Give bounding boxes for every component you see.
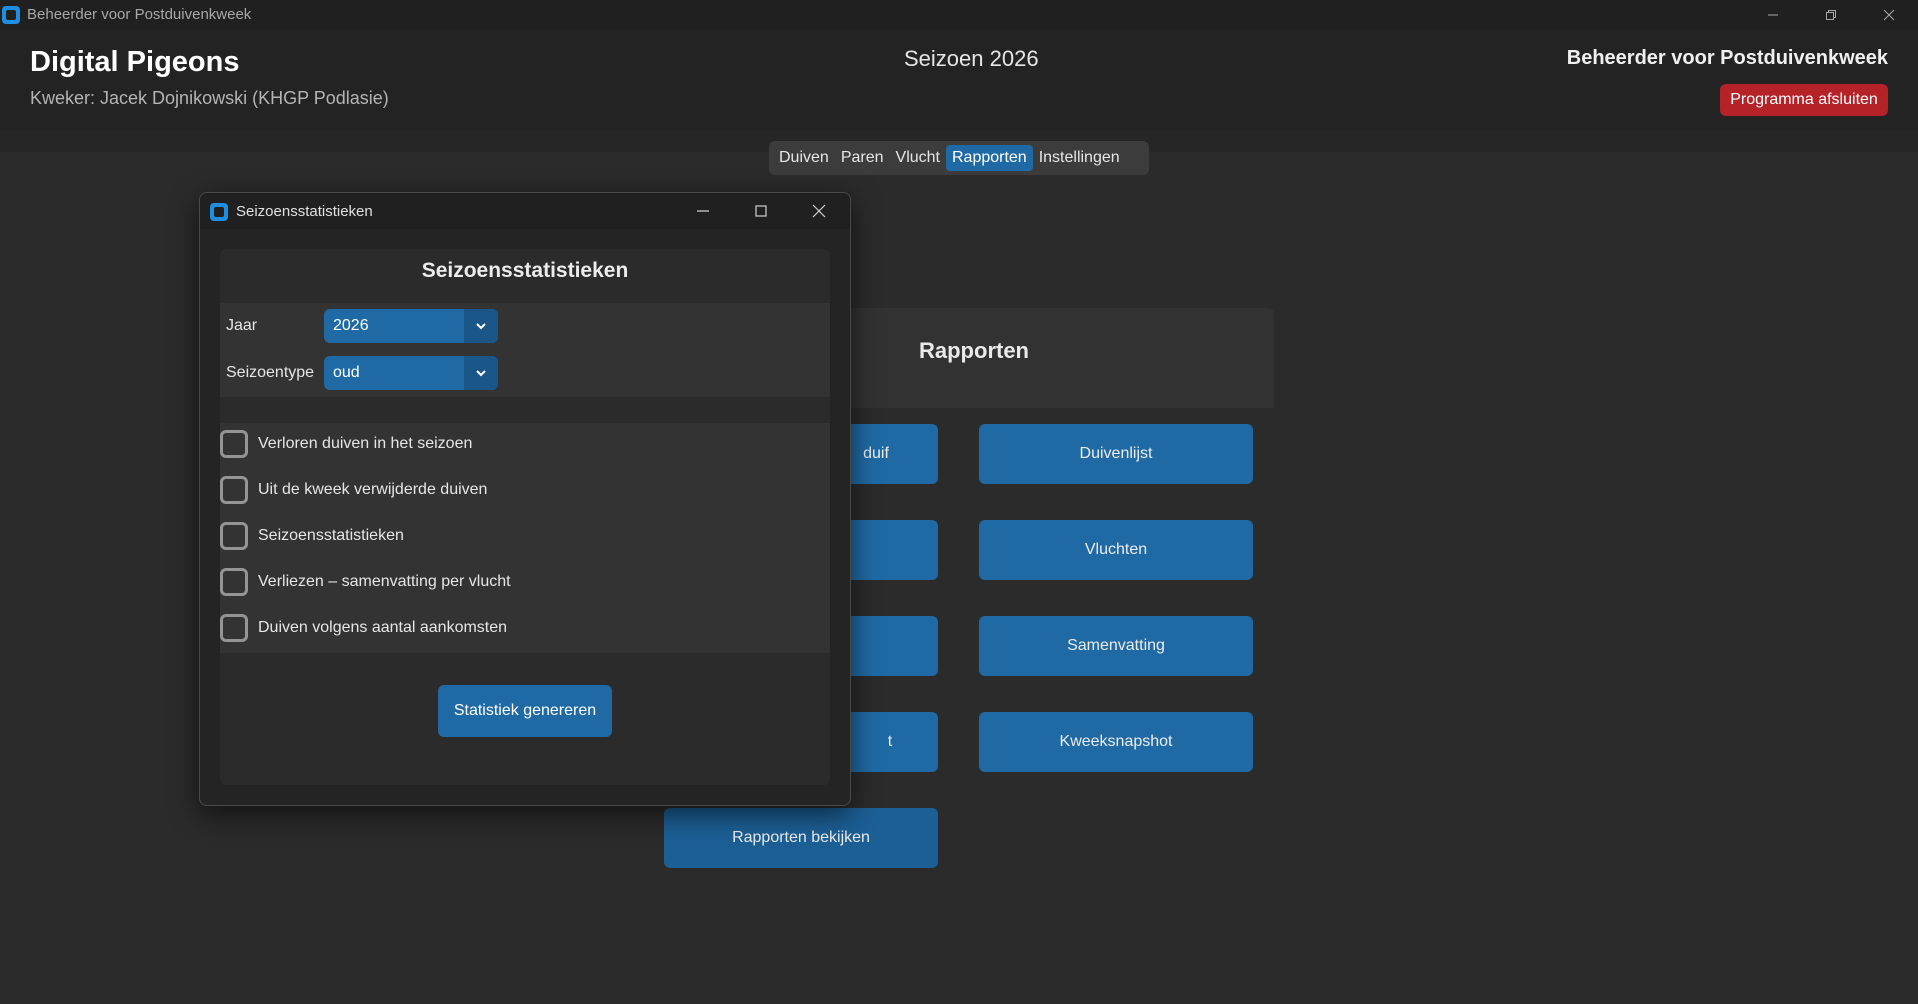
checkbox[interactable] xyxy=(220,476,248,504)
season-statistics-dialog: Seizoensstatistieken Seizoensstatistieke… xyxy=(199,192,851,806)
generate-statistics-button[interactable]: Statistiek genereren xyxy=(438,685,612,737)
year-label: Jaar xyxy=(226,317,258,334)
minimize-icon xyxy=(1768,14,1778,16)
maximize-icon xyxy=(755,205,767,217)
window-titlebar: Beheerder voor Postduivenkweek xyxy=(0,0,1918,30)
checkbox[interactable] xyxy=(220,430,248,458)
app-name: Digital Pigeons xyxy=(30,46,240,78)
dialog-heading: Seizoensstatistieken xyxy=(421,259,629,282)
close-icon xyxy=(1883,9,1895,21)
exit-program-button[interactable]: Programma afsluiten xyxy=(1720,84,1888,116)
close-icon xyxy=(812,204,826,218)
breeder-label: Kweker: Jacek Dojnikowski (KHGP Podlasie… xyxy=(30,88,389,108)
option-pigeons-by-arrivals[interactable]: Duiven volgens aantal aankomsten xyxy=(220,613,830,643)
view-reports-button[interactable]: Rapporten bekijken xyxy=(664,808,938,868)
season-type-combobox[interactable]: oud xyxy=(324,356,498,390)
option-label: Verloren duiven in het seizoen xyxy=(258,435,473,452)
chevron-down-icon[interactable] xyxy=(464,356,498,390)
dialog-minimize-button[interactable] xyxy=(674,193,732,229)
year-value: 2026 xyxy=(333,317,369,334)
dialog-titlebar: Seizoensstatistieken xyxy=(200,193,850,229)
report-flights-button[interactable]: Vluchten xyxy=(979,520,1253,580)
report-breeding-snapshot-button[interactable]: Kweeksnapshot xyxy=(979,712,1253,772)
app-subtitle: Beheerder voor Postduivenkweek xyxy=(1566,47,1888,69)
app-header: Digital Pigeons Kweker: Jacek Dojnikowsk… xyxy=(0,30,1918,130)
checkbox[interactable] xyxy=(220,522,248,550)
window-title: Beheerder voor Postduivenkweek xyxy=(27,6,252,23)
option-lost-pigeons[interactable]: Verloren duiven in het seizoen xyxy=(220,429,830,459)
dialog-title: Seizoensstatistieken xyxy=(236,203,373,220)
season-label: Seizoen 2026 xyxy=(904,46,1039,71)
option-label: Uit de kweek verwijderde duiven xyxy=(258,481,488,498)
app-icon xyxy=(2,6,20,24)
option-label: Duiven volgens aantal aankomsten xyxy=(258,619,508,636)
main-tabbar: Duiven Paren Vlucht Rapporten Instelling… xyxy=(769,141,1149,175)
option-removed-pigeons[interactable]: Uit de kweek verwijderde duiven xyxy=(220,475,830,505)
season-type-value: oud xyxy=(333,364,360,381)
report-options-frame: Verloren duiven in het seizoen Uit de kw… xyxy=(220,423,830,653)
option-losses-per-flight[interactable]: Verliezen – samenvatting per vlucht xyxy=(220,567,830,597)
tab-paren[interactable]: Paren xyxy=(835,145,890,171)
option-label: Seizoensstatistieken xyxy=(258,527,404,544)
minimize-button[interactable] xyxy=(1744,0,1802,30)
tab-duiven[interactable]: Duiven xyxy=(773,145,835,171)
tab-rapporten[interactable]: Rapporten xyxy=(945,145,1033,171)
chevron-down-icon[interactable] xyxy=(464,309,498,343)
close-button[interactable] xyxy=(1860,0,1918,30)
checkbox[interactable] xyxy=(220,568,248,596)
option-label: Verliezen – samenvatting per vlucht xyxy=(258,573,511,590)
dialog-body: Seizoensstatistieken Jaar 2026 Seizoenty… xyxy=(220,249,830,785)
option-season-statistics[interactable]: Seizoensstatistieken xyxy=(220,521,830,551)
tab-instellingen[interactable]: Instellingen xyxy=(1033,145,1126,171)
report-summary-button[interactable]: Samenvatting xyxy=(979,616,1253,676)
year-combobox[interactable]: 2026 xyxy=(324,309,498,343)
checkbox[interactable] xyxy=(220,614,248,642)
filter-frame: Jaar 2026 Seizoentype oud xyxy=(220,303,830,397)
dialog-app-icon xyxy=(210,203,228,221)
dialog-close-button[interactable] xyxy=(790,193,848,229)
minimize-icon xyxy=(697,210,709,212)
restore-icon xyxy=(1826,10,1836,20)
report-pigeon-list-button[interactable]: Duivenlijst xyxy=(979,424,1253,484)
tab-vlucht[interactable]: Vlucht xyxy=(890,145,946,171)
season-type-label: Seizoentype xyxy=(226,364,315,381)
dialog-maximize-button[interactable] xyxy=(732,193,790,229)
restore-button[interactable] xyxy=(1802,0,1860,30)
